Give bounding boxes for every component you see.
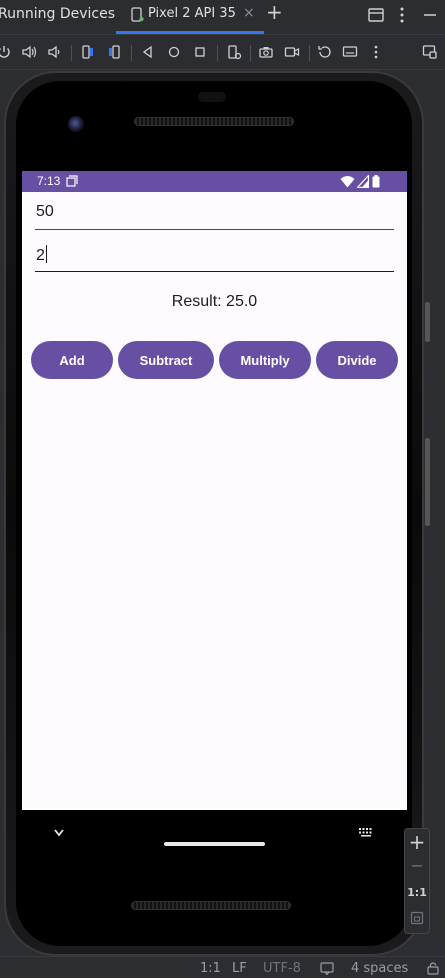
first-number-input[interactable]: 50 (35, 192, 394, 230)
toolbar-separator (131, 45, 132, 61)
text-cursor (45, 245, 47, 263)
proximity-sensor (198, 92, 226, 102)
status-time: 7:13 (37, 174, 61, 188)
more-actions-icon[interactable] (368, 44, 384, 60)
notification-icon (66, 175, 78, 187)
android-status-bar: 7:13 (22, 171, 407, 192)
phone-power-button (425, 302, 430, 342)
signal-icon (357, 175, 369, 188)
more-options-icon[interactable] (392, 5, 412, 25)
tool-window-header: Running Devices Pixel 2 API 35 × + (0, 0, 445, 34)
wifi-icon (340, 176, 355, 188)
power-icon[interactable] (0, 44, 12, 60)
home-gesture-bar[interactable] (164, 842, 265, 846)
result-text: Result: 25.0 (171, 293, 258, 310)
second-number-input[interactable]: 2 (35, 234, 394, 272)
second-number-value: 2 (36, 245, 47, 264)
subtract-button[interactable]: Subtract (118, 341, 214, 379)
zoom-in-button[interactable]: + (405, 830, 429, 854)
front-camera (68, 116, 84, 132)
fit-screen-icon[interactable] (410, 911, 424, 925)
zoom-controls: + − 1:1 (404, 828, 430, 934)
camera-icon[interactable] (258, 44, 274, 60)
lock-icon[interactable] (426, 962, 440, 975)
device-icon (131, 7, 144, 22)
tab-close-button[interactable]: × (243, 5, 255, 21)
file-encoding[interactable]: UTF-8 (263, 961, 301, 976)
window-layout-icon[interactable] (366, 5, 386, 25)
hide-panel-icon[interactable] (420, 5, 440, 25)
hide-keyboard-icon[interactable] (52, 828, 66, 838)
overview-icon[interactable] (192, 44, 208, 60)
volume-up-icon[interactable] (21, 44, 37, 60)
device-toolbar (0, 34, 445, 70)
rotate-left-icon[interactable] (80, 44, 96, 60)
caret-position[interactable]: 1:1 (200, 961, 221, 976)
rotate-right-icon[interactable] (106, 44, 122, 60)
toolbar-separator (250, 45, 251, 61)
keyboard-icon[interactable] (342, 44, 358, 60)
device-screen: 7:13 50 2 Result: 25.0 Add Subtract Mult… (22, 171, 407, 810)
toolbar-separator (309, 45, 310, 61)
phone-volume-button (425, 438, 430, 526)
volume-down-icon[interactable] (46, 44, 62, 60)
tool-window-title: Running Devices (0, 6, 115, 22)
add-button[interactable]: Add (31, 341, 113, 379)
actual-size-button[interactable]: 1:1 (405, 886, 429, 899)
battery-icon (372, 175, 380, 188)
line-separator[interactable]: LF (232, 961, 247, 976)
multiply-button[interactable]: Multiply (219, 341, 311, 379)
zoom-out-button[interactable]: − (405, 856, 429, 875)
divide-button[interactable]: Divide (316, 341, 398, 379)
first-number-value: 50 (36, 203, 54, 220)
device-settings-icon[interactable] (226, 44, 242, 60)
toolbar-separator (71, 45, 72, 61)
new-tab-button[interactable]: + (266, 2, 283, 22)
indent-setting[interactable]: 4 spaces (351, 961, 408, 976)
bottom-speaker (131, 901, 291, 910)
earpiece-speaker (134, 117, 294, 126)
back-icon[interactable] (140, 44, 156, 60)
tab-pixel-2-api-35[interactable]: Pixel 2 API 35 × (116, 0, 264, 33)
toolbar-separator (217, 45, 218, 61)
home-icon[interactable] (166, 44, 182, 60)
screen-record-icon[interactable] (284, 44, 300, 60)
readonly-toggle-icon[interactable] (320, 962, 334, 975)
keyboard-switch-icon[interactable] (358, 827, 374, 837)
device-display-area: 7:13 50 2 Result: 25.0 Add Subtract Mult… (0, 70, 445, 956)
snapshot-icon[interactable] (317, 44, 333, 60)
mirror-icon[interactable] (422, 44, 438, 60)
ide-status-bar: 1:1 LF UTF-8 4 spaces (0, 956, 445, 978)
tab-label: Pixel 2 API 35 (148, 6, 236, 21)
